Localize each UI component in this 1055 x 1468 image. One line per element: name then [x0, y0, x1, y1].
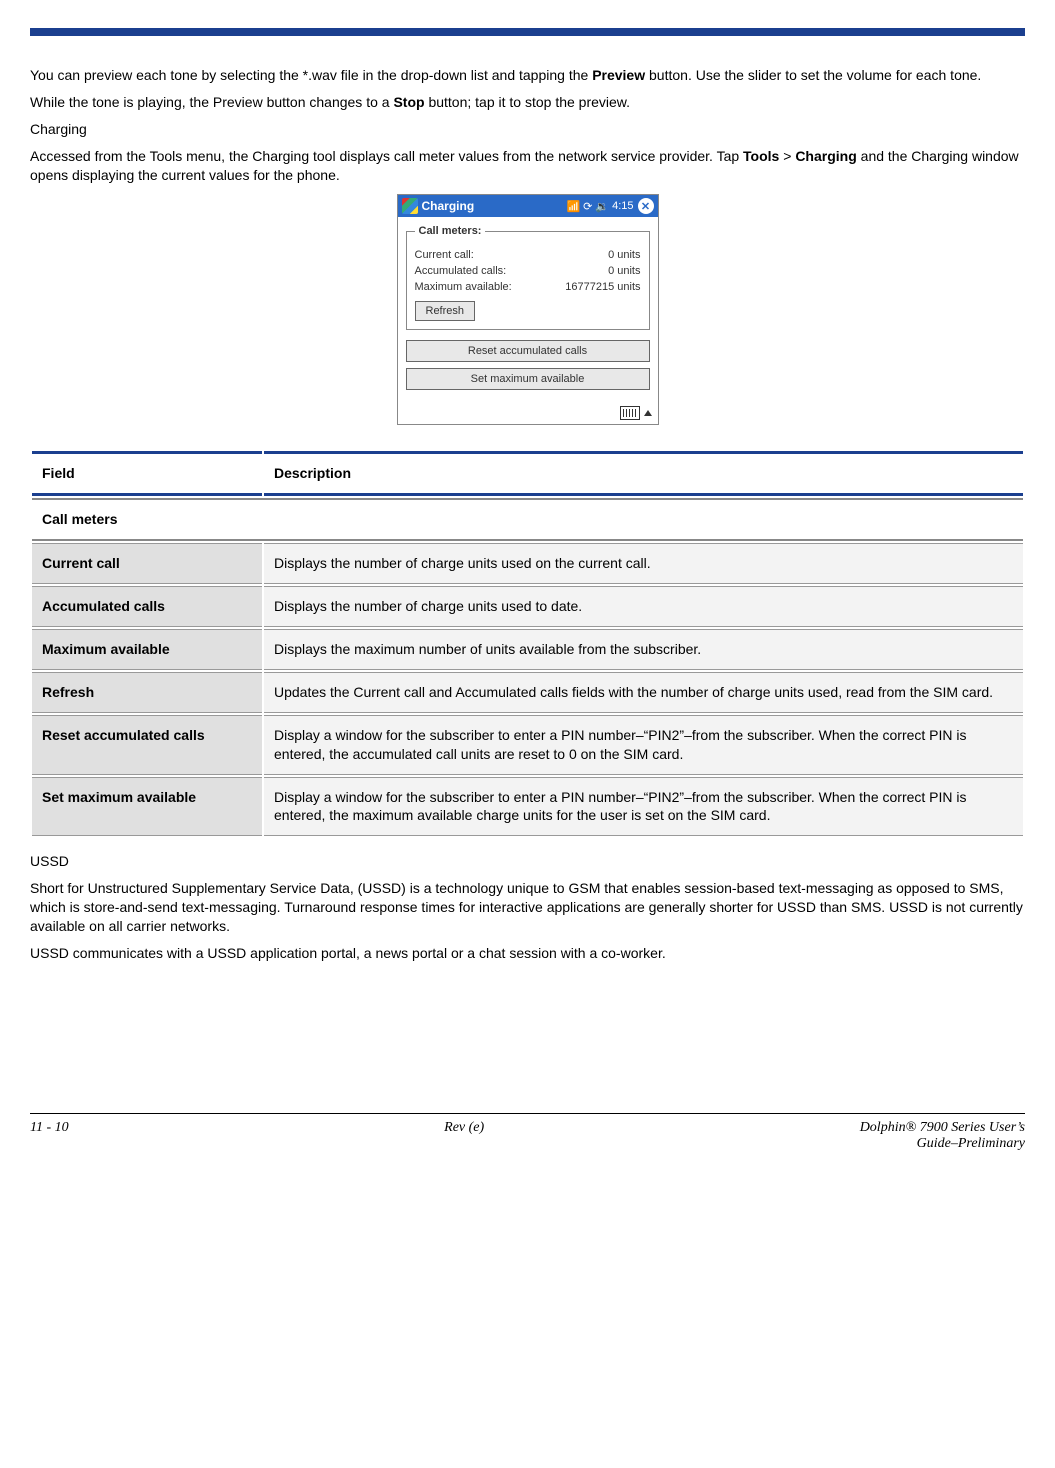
charging-heading: Charging — [30, 120, 1025, 139]
row-desc: Display a window for the subscriber to e… — [264, 777, 1023, 837]
clock-text: 4:15 — [612, 200, 633, 212]
status-icons: 📶 ⟳ 🔉 4:15 — [566, 200, 633, 213]
accumulated-label: Accumulated calls: — [415, 265, 507, 277]
paragraph-preview: You can preview each tone by selecting t… — [30, 66, 1025, 85]
row-desc: Displays the number of charge units used… — [264, 543, 1023, 584]
ussd-p1: Short for Unstructured Supplementary Ser… — [30, 879, 1025, 936]
signal-icon: 📶 — [566, 200, 580, 213]
text: While the tone is playing, the Preview b… — [30, 94, 393, 110]
row-field: Refresh — [32, 672, 262, 713]
ussd-heading: USSD — [30, 852, 1025, 871]
row-desc: Displays the maximum number of units ava… — [264, 629, 1023, 670]
window-title: Charging — [422, 199, 475, 213]
row-desc: Displays the number of charge units used… — [264, 586, 1023, 627]
row-field: Accumulated calls — [32, 586, 262, 627]
th-description: Description — [264, 451, 1023, 496]
section-call-meters: Call meters — [32, 498, 1023, 541]
page-footer: 11 - 10 Rev (e) Dolphin® 7900 Series Use… — [30, 1113, 1025, 1152]
maximum-label: Maximum available: — [415, 281, 512, 293]
footer-right-1: Dolphin® 7900 Series User’s — [860, 1120, 1025, 1135]
row-desc: Updates the Current call and Accumulated… — [264, 672, 1023, 713]
preview-word: Preview — [592, 67, 645, 83]
footer-right-2: Guide–Preliminary — [917, 1136, 1025, 1151]
call-meters-group: Call meters: Current call: 0 units Accum… — [406, 225, 650, 330]
footer-center: Rev (e) — [444, 1120, 484, 1136]
sync-icon: ⟳ — [583, 200, 592, 213]
text: > — [779, 148, 795, 164]
fields-table: Field Description Call meters Current ca… — [30, 449, 1025, 838]
tools-word: Tools — [743, 148, 779, 164]
paragraph-stop: While the tone is playing, the Preview b… — [30, 93, 1025, 112]
text: button; tap it to stop the preview. — [425, 94, 630, 110]
row-field: Reset accumulated calls — [32, 715, 262, 775]
row-desc: Display a window for the subscriber to e… — [264, 715, 1023, 775]
accumulated-value: 0 units — [608, 265, 640, 277]
paragraph-charging: Accessed from the Tools menu, the Chargi… — [30, 147, 1025, 185]
sip-bar — [398, 404, 658, 424]
speaker-icon: 🔉 — [595, 200, 609, 213]
stop-word: Stop — [393, 94, 424, 110]
row-field: Set maximum available — [32, 777, 262, 837]
arrow-up-icon[interactable] — [644, 410, 652, 416]
reset-accumulated-button[interactable]: Reset accumulated calls — [406, 340, 650, 362]
maximum-value: 16777215 units — [565, 281, 640, 293]
legend: Call meters: — [415, 225, 486, 237]
keyboard-icon[interactable] — [620, 406, 640, 420]
current-call-label: Current call: — [415, 249, 474, 261]
titlebar: Charging 📶 ⟳ 🔉 4:15 ✕ — [398, 195, 658, 217]
row-field: Maximum available — [32, 629, 262, 670]
header-bar — [30, 28, 1025, 36]
ussd-p2: USSD communicates with a USSD applicatio… — [30, 944, 1025, 963]
refresh-button[interactable]: Refresh — [415, 301, 476, 321]
text: Accessed from the Tools menu, the Chargi… — [30, 148, 743, 164]
text: You can preview each tone by selecting t… — [30, 67, 592, 83]
text: button. Use the slider to set the volume… — [645, 67, 981, 83]
charging-screenshot: Charging 📶 ⟳ 🔉 4:15 ✕ Call meters: Curre… — [397, 194, 659, 425]
close-icon[interactable]: ✕ — [638, 198, 654, 214]
current-call-value: 0 units — [608, 249, 640, 261]
th-field: Field — [32, 451, 262, 496]
footer-left: 11 - 10 — [30, 1120, 69, 1136]
set-maximum-button[interactable]: Set maximum available — [406, 368, 650, 390]
charging-word: Charging — [795, 148, 856, 164]
footer-right: Dolphin® 7900 Series User’s Guide–Prelim… — [860, 1120, 1025, 1152]
start-icon[interactable] — [402, 198, 418, 214]
row-field: Current call — [32, 543, 262, 584]
